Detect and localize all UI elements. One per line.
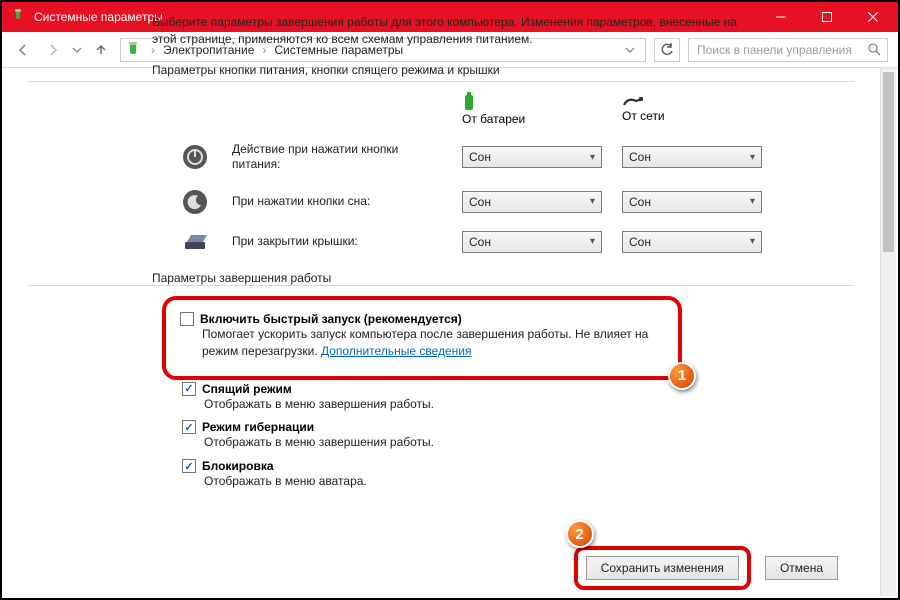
chevron-down-icon: ▾: [590, 152, 595, 163]
lid-label: При закрытии крышки:: [232, 234, 442, 250]
fastboot-more-link[interactable]: Дополнительные сведения: [321, 344, 471, 358]
chevron-down-icon: ▾: [750, 236, 755, 247]
sleep-opt-label: Спящий режим: [202, 382, 292, 396]
lid-battery-select[interactable]: Сон▾: [462, 231, 602, 253]
power-battery-select[interactable]: Сон▾: [462, 146, 602, 168]
fastboot-checkbox[interactable]: [180, 312, 194, 326]
lid-icon: [178, 232, 212, 252]
sleep-button-icon: [178, 189, 212, 215]
plug-icon: [622, 95, 762, 109]
shutdown-section-title: Параметры завершения работы: [152, 271, 854, 285]
footer: 2 Сохранить изменения Отмена: [2, 546, 862, 590]
annotation-box-2: 2 Сохранить изменения: [574, 546, 751, 590]
cancel-button[interactable]: Отмена: [765, 556, 838, 580]
sleep-opt-desc: Отображать в меню завершения работы.: [204, 396, 854, 413]
power-ac-select[interactable]: Сон▾: [622, 146, 762, 168]
chevron-down-icon: ▾: [590, 236, 595, 247]
callout-2: 2: [566, 520, 594, 548]
power-button-label: Действие при нажатии кнопки питания:: [232, 142, 442, 173]
lock-opt-label: Блокировка: [202, 459, 274, 473]
lock-checkbox[interactable]: ✓: [182, 459, 196, 473]
chevron-down-icon: ▾: [750, 152, 755, 163]
battery-icon: [462, 92, 602, 112]
col-ac-header: От сети: [622, 95, 762, 123]
fastboot-label: Включить быстрый запуск (рекомендуется): [200, 312, 462, 326]
section-divider: [28, 285, 854, 286]
callout-1: 1: [668, 362, 696, 390]
intro-text: Выберите параметры завершения работы для…: [152, 14, 752, 49]
hibernate-opt-label: Режим гибернации: [202, 420, 314, 434]
scrollbar-thumb[interactable]: [883, 72, 894, 252]
power-actions-table: От батареи От сети Действие при нажатии …: [178, 92, 854, 253]
sleep-button-label: При нажатии кнопки сна:: [232, 194, 442, 210]
section-buttons-title: Параметры кнопки питания, кнопки спящего…: [152, 63, 854, 77]
section-divider: [28, 81, 854, 82]
scrollbar[interactable]: [880, 68, 896, 596]
annotation-box-1: Включить быстрый запуск (рекомендуется) …: [162, 296, 682, 380]
power-button-icon: [178, 144, 212, 170]
col-battery-header: От батареи: [462, 92, 602, 126]
hibernate-checkbox[interactable]: ✓: [182, 420, 196, 434]
lid-ac-select[interactable]: Сон▾: [622, 231, 762, 253]
chevron-down-icon: ▾: [750, 196, 755, 207]
content-pane: Выберите параметры завершения работы для…: [2, 2, 880, 598]
save-button[interactable]: Сохранить изменения: [586, 556, 739, 580]
sleep-battery-select[interactable]: Сон▾: [462, 191, 602, 213]
chevron-down-icon: ▾: [590, 196, 595, 207]
fastboot-desc: Помогает ускорить запуск компьютера посл…: [202, 326, 664, 360]
lock-opt-desc: Отображать в меню аватара.: [204, 473, 854, 490]
sleep-ac-select[interactable]: Сон▾: [622, 191, 762, 213]
hibernate-opt-desc: Отображать в меню завершения работы.: [204, 434, 854, 451]
sleep-checkbox[interactable]: ✓: [182, 382, 196, 396]
